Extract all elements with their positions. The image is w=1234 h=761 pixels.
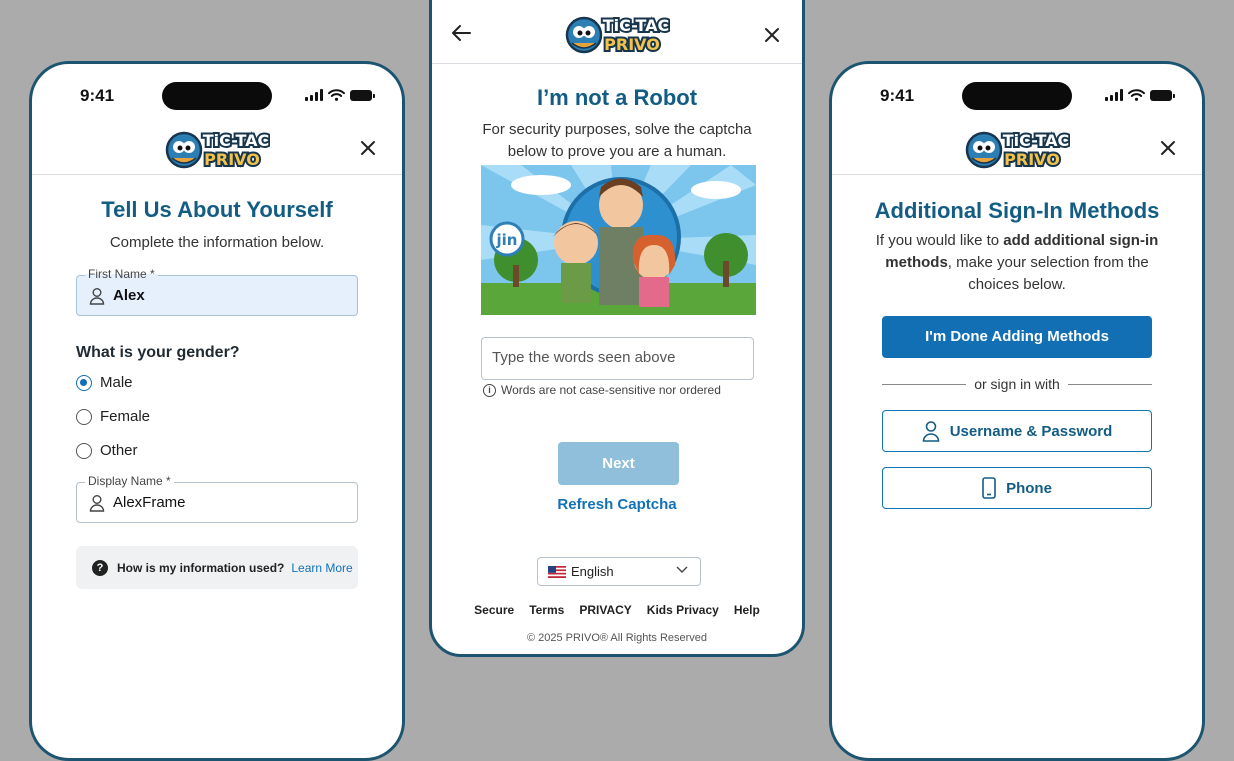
- first-name-label: First Name *: [85, 267, 158, 281]
- subtitle-post: , make your selection from the choices b…: [947, 254, 1149, 293]
- cellular-signal-icon: [1105, 89, 1123, 101]
- phone-tell-us-about-yourself: 9:41 TiC-TAC PRIVO Tell Us About Yoursel…: [29, 61, 405, 761]
- gender-question: What is your gender?: [76, 344, 240, 361]
- first-name-value: Alex: [113, 287, 145, 304]
- wifi-icon: [1128, 89, 1145, 101]
- phone-captcha: TiC-TAC PRIVO I’m not a Robot For securi…: [429, 0, 805, 657]
- back-arrow-icon[interactable]: [450, 23, 472, 43]
- divider-line: [882, 383, 967, 385]
- language-select[interactable]: English: [537, 557, 701, 586]
- radio-button[interactable]: [76, 442, 92, 459]
- status-icons: [305, 89, 375, 101]
- us-flag-icon: [548, 565, 566, 578]
- gender-option-male[interactable]: Male: [76, 374, 133, 391]
- header: TiC-TAC PRIVO: [32, 124, 402, 175]
- footer-link-kids-privacy[interactable]: Kids Privacy: [647, 603, 719, 617]
- gender-option-other[interactable]: Other: [76, 442, 138, 459]
- first-name-field[interactable]: First Name * Alex: [76, 267, 358, 316]
- battery-icon: [1150, 89, 1175, 101]
- header: TiC-TAC PRIVO: [432, 3, 802, 64]
- close-icon[interactable]: [358, 138, 378, 158]
- gender-option-label: Male: [100, 374, 133, 391]
- info-usage-text: How is my information used?: [117, 560, 285, 575]
- person-icon: [89, 288, 105, 305]
- divider-line: [1067, 383, 1152, 385]
- display-name-label: Display Name *: [85, 474, 174, 488]
- divider-text: or sign in with: [974, 376, 1060, 392]
- wifi-icon: [328, 89, 345, 101]
- or-divider: or sign in with: [882, 376, 1152, 392]
- language-value: English: [571, 564, 614, 579]
- display-name-field[interactable]: Display Name * AlexFrame: [76, 474, 358, 523]
- refresh-captcha-link[interactable]: Refresh Captcha: [432, 496, 802, 513]
- dynamic-island: [962, 82, 1072, 110]
- captcha-hint-text: Words are not case-sensitive nor ordered: [501, 383, 721, 397]
- page-title: Additional Sign-In Methods: [874, 198, 1160, 223]
- username-password-label: Username & Password: [949, 422, 1113, 440]
- close-icon[interactable]: [762, 25, 782, 45]
- footer-links: Secure Terms PRIVACY Kids Privacy Help: [432, 603, 802, 617]
- page-title: I’m not a Robot: [536, 85, 698, 110]
- captcha-hint: i Words are not case-sensitive nor order…: [483, 383, 721, 397]
- footer-link-secure[interactable]: Secure: [474, 603, 514, 617]
- chevron-down-icon: [676, 566, 688, 573]
- copyright: © 2025 PRIVO® All Rights Reserved: [526, 632, 708, 644]
- learn-more-link[interactable]: Learn More: [291, 561, 352, 575]
- phone-label: Phone: [1006, 479, 1052, 497]
- status-icons: [1105, 89, 1175, 101]
- page-title: Tell Us About Yourself: [101, 197, 333, 222]
- person-icon: [89, 495, 105, 512]
- phone-icon: [982, 477, 996, 499]
- gender-option-label: Female: [100, 408, 151, 425]
- tic-tac-privo-logo: TiC-TAC PRIVO: [165, 129, 270, 170]
- gender-option-female[interactable]: Female: [76, 408, 150, 425]
- header: TiC-TAC PRIVO: [832, 124, 1202, 175]
- logo-text-line2: PRIVO: [1004, 150, 1060, 169]
- footer-link-privacy[interactable]: PRIVACY: [579, 603, 631, 617]
- logo-text-line1: TiC-TAC: [1003, 131, 1070, 150]
- footer-link-terms[interactable]: Terms: [529, 603, 564, 617]
- captcha-badge-text: jin: [496, 231, 518, 249]
- phone-button[interactable]: Phone: [882, 467, 1152, 509]
- person-icon: [922, 421, 940, 442]
- gender-option-label: Other: [100, 442, 138, 459]
- close-icon[interactable]: [1158, 138, 1178, 158]
- username-password-button[interactable]: Username & Password: [882, 410, 1152, 452]
- phone-additional-sign-in: 9:41 TiC-TAC PRIVO Additional Sign-In Me…: [829, 61, 1205, 761]
- tic-tac-privo-logo: TiC-TAC PRIVO: [565, 14, 670, 55]
- dynamic-island: [162, 82, 272, 110]
- page-subtitle: If you would like to add additional sign…: [872, 230, 1162, 296]
- status-bar: 9:41: [832, 82, 1202, 112]
- battery-icon: [350, 89, 375, 101]
- info-usage-box: ? How is my information used? Learn More: [76, 546, 358, 589]
- info-icon: i: [483, 383, 496, 397]
- radio-button[interactable]: [76, 408, 92, 425]
- captcha-input[interactable]: Type the words seen above: [481, 337, 754, 380]
- logo-text-line1: TiC-TAC: [603, 16, 670, 35]
- question-icon: ?: [92, 559, 108, 576]
- page-subtitle: For security purposes, solve the captcha…: [482, 121, 752, 160]
- logo-text-line1: TiC-TAC: [203, 131, 270, 150]
- status-bar: 9:41: [32, 82, 402, 112]
- subtitle-pre: If you would like to: [875, 232, 1004, 249]
- radio-button[interactable]: [76, 374, 92, 391]
- tic-tac-privo-logo: TiC-TAC PRIVO: [965, 129, 1070, 170]
- logo-text-line2: PRIVO: [604, 35, 660, 54]
- status-time: 9:41: [80, 86, 115, 105]
- next-button[interactable]: Next: [558, 442, 679, 485]
- footer-link-help[interactable]: Help: [734, 603, 760, 617]
- logo-text-line2: PRIVO: [204, 150, 260, 169]
- status-time: 9:41: [880, 86, 915, 105]
- page-subtitle: Complete the information below.: [109, 234, 325, 251]
- captcha-image: jin: [481, 165, 756, 315]
- cellular-signal-icon: [305, 89, 323, 101]
- done-adding-methods-button[interactable]: I'm Done Adding Methods: [882, 316, 1152, 358]
- display-name-value: AlexFrame: [113, 494, 186, 511]
